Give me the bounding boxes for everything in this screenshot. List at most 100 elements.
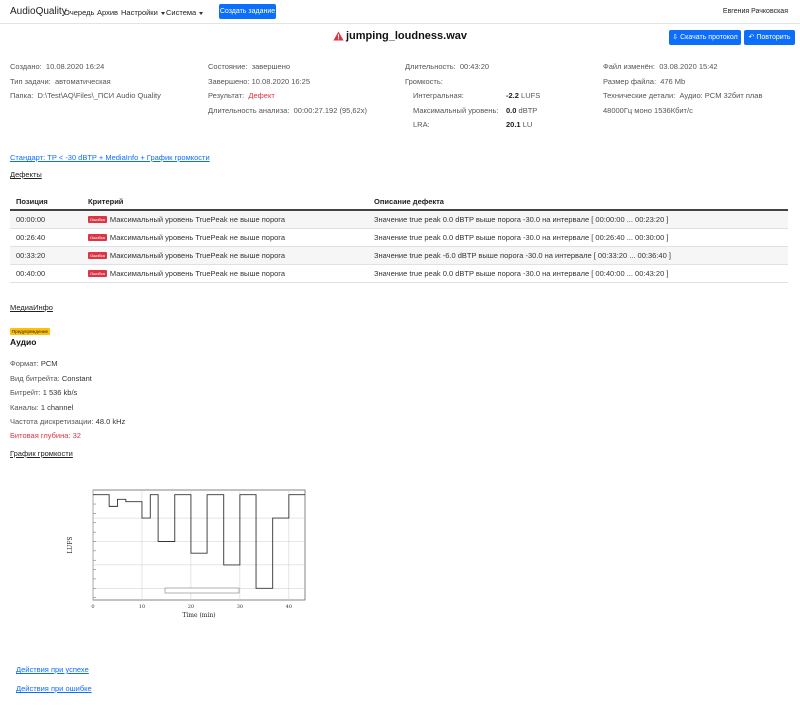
chevron-down-icon: [199, 11, 204, 15]
result-info: Результат: Дефект: [208, 91, 275, 100]
create-task-button[interactable]: Создать задание: [219, 4, 276, 19]
mediainfo-bit-depth: Битовая глубина: 32: [10, 431, 81, 440]
modified-label: Файл изменён:: [603, 62, 656, 71]
integral-unit: LUFS: [521, 91, 541, 100]
col-description: Описание дефекта: [368, 193, 788, 211]
x-axis-label: Time (min): [182, 612, 215, 619]
repeat-label: Повторить: [756, 34, 791, 41]
defects-table: Позиция Критерий Описание дефекта 00:00:…: [10, 193, 788, 283]
size-info: Размер файла: 476 Mb: [603, 77, 685, 86]
maxlevel-value: 0.0: [506, 106, 517, 115]
folder-label: Папка:: [10, 91, 34, 100]
audio-title: Аудио: [10, 337, 37, 347]
mi-value: 1 536 kb/s: [42, 388, 78, 397]
criterion-text: Максимальный уровень TruePeak не выше по…: [109, 232, 286, 242]
mi-label: Битрейт:: [10, 388, 41, 397]
page-title-text: jumping_loudness.wav: [345, 30, 468, 42]
row-description: Значение true peak 0.0 dBTP выше порога …: [368, 228, 788, 247]
warning-badge: Предупреждение: [10, 328, 51, 335]
nav-system[interactable]: Система: [166, 8, 204, 17]
folder-info: Папка: D:\Test\AQ\Files\_ПСИ Audio Quali…: [10, 91, 161, 100]
success-actions-link[interactable]: Действия при успехе: [16, 665, 89, 674]
row-position: 00:33:20: [10, 246, 82, 265]
tech-label: Технические детали:: [603, 91, 676, 100]
result-label: Результат:: [208, 91, 245, 100]
nav-archive[interactable]: Архив: [97, 8, 118, 17]
error-badge: Ошибка: [88, 269, 107, 277]
loudness-graph-heading[interactable]: График громкости: [10, 449, 73, 458]
table-header-row: Позиция Критерий Описание дефекта: [10, 193, 788, 211]
brand-logo[interactable]: AudioQuality: [10, 6, 67, 17]
lra-number: 20.1: [506, 120, 521, 129]
error-actions-link[interactable]: Действия при ошибке: [16, 684, 92, 693]
loudness-info: Громкость:: [405, 77, 443, 86]
integral-loudness-value: -2.2 LUFS: [506, 91, 540, 100]
x-tick-label: 30: [237, 604, 243, 610]
nav-settings-label: Настройки: [121, 8, 158, 17]
error-badge: Ошибка: [88, 215, 107, 223]
defects-heading[interactable]: Дефекты: [10, 170, 42, 179]
folder-value: D:\Test\AQ\Files\_ПСИ Audio Quality: [37, 91, 161, 100]
download-protocol-label: Скачать протокол: [680, 34, 738, 41]
page-title: jumping_loudness.wav: [333, 30, 467, 42]
analysis-info: Длительность анализа: 00:00:27.192 (95,6…: [208, 106, 367, 115]
max-level-label: Максимальный уровень:: [413, 106, 499, 115]
tech-info: Технические детали: Аудио: PCM 32бит пла…: [603, 91, 762, 100]
analysis-label: Длительность анализа:: [208, 106, 290, 115]
mi-label: Битовая глубина:: [10, 431, 71, 440]
row-position: 00:26:40: [10, 228, 82, 247]
mi-label: Частота дискретизации:: [10, 417, 94, 426]
nav-queue[interactable]: Очередь: [64, 8, 94, 17]
table-row[interactable]: 00:40:00 Ошибка Максимальный уровень True…: [10, 264, 788, 283]
task-type-value: автоматическая: [54, 77, 111, 86]
row-position: 00:40:00: [10, 264, 82, 283]
row-description: Значение true peak 0.0 dBTP выше порога …: [368, 264, 788, 283]
duration-label: Длительность:: [405, 62, 456, 71]
analysis-value: 00:00:27.192 (95,62x): [293, 106, 367, 115]
legend-box: [164, 587, 240, 594]
mi-value: 48.0 kHz: [95, 417, 126, 426]
mediainfo-sample-rate: Частота дискретизации: 48.0 kHz: [10, 417, 125, 426]
row-criterion: Ошибка Максимальный уровень TruePeak не в…: [82, 210, 368, 229]
integral-loudness-label: Интегральная:: [413, 91, 464, 100]
error-badge: Ошибка: [88, 251, 107, 259]
state-value: завершено: [251, 62, 291, 71]
table-row[interactable]: 00:33:20 Ошибка Максимальный уровень True…: [10, 246, 788, 265]
result-value: Дефект: [248, 91, 275, 100]
finished-value: 10.08.2020 16:25: [251, 77, 311, 86]
mediainfo-format: Формат: PCM: [10, 359, 58, 368]
row-criterion: Ошибка Максимальный уровень TruePeak не в…: [82, 228, 368, 247]
standard-link[interactable]: Стандарт: TP < -30 dBTP + MediaInfo + Гр…: [10, 153, 210, 162]
redo-icon: ↶: [748, 34, 755, 41]
mediainfo-bitrate-mode: Вид битрейта: Constant: [10, 374, 92, 383]
mi-label: Каналы:: [10, 403, 39, 412]
y-axis-label: LUFS: [67, 537, 74, 554]
download-protocol-button[interactable]: ⇩ Скачать протокол: [669, 30, 741, 45]
modified-value: 03.08.2020 15:42: [659, 62, 718, 71]
loudness-chart: 0 10 20 30 40 Time (min) LUFS: [67, 489, 306, 619]
repeat-button[interactable]: ↶ Повторить: [744, 30, 795, 45]
x-tick-label: 0: [91, 604, 94, 610]
chevron-down-icon: [160, 11, 165, 15]
criterion-text: Максимальный уровень TruePeak не выше по…: [109, 268, 286, 278]
table-row[interactable]: 00:00:00 Ошибка Максимальный уровень True…: [10, 210, 788, 229]
error-badge: Ошибка: [88, 233, 107, 241]
row-criterion: Ошибка Максимальный уровень TruePeak не в…: [82, 264, 368, 283]
nav-settings[interactable]: Настройки: [121, 8, 165, 17]
mi-value: 32: [72, 431, 81, 440]
state-label: Состояние:: [208, 62, 248, 71]
user-menu[interactable]: Евгения Рачковская: [723, 8, 788, 15]
size-label: Размер файла:: [603, 77, 657, 86]
mediainfo-heading[interactable]: МедиаИнфо: [10, 303, 53, 312]
top-navbar: AudioQuality Очередь Архив Настройки Сис…: [0, 0, 800, 24]
table-row[interactable]: 00:26:40 Ошибка Максимальный уровень True…: [10, 228, 788, 247]
nav-system-label: Система: [166, 8, 197, 17]
mi-value: PCM: [40, 359, 58, 368]
max-level-value: 0.0 dBTP: [506, 106, 537, 115]
criterion-text: Максимальный уровень TruePeak не выше по…: [109, 214, 286, 224]
mediainfo-bitrate: Битрейт: 1 536 kb/s: [10, 388, 77, 397]
row-description: Значение true peak 0.0 dBTP выше порога …: [368, 210, 788, 229]
row-criterion: Ошибка Максимальный уровень TruePeak не в…: [82, 246, 368, 265]
created-info: Создано: 10.08.2020 16:24: [10, 62, 104, 71]
task-type-info: Тип задачи: автоматическая: [10, 77, 111, 86]
